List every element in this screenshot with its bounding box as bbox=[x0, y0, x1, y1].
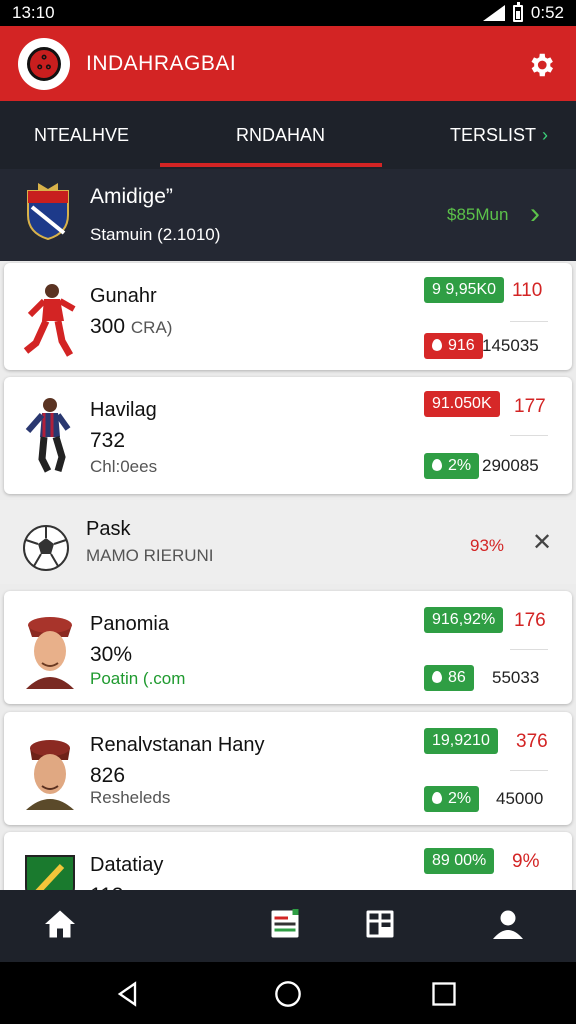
player-sub: Chl:0ees bbox=[90, 457, 158, 476]
app-bar: ஃ INDAHRAGBAI bbox=[0, 26, 576, 101]
rating-value: 177 bbox=[514, 396, 546, 417]
value-badge: 89 00% bbox=[424, 848, 495, 874]
player-card[interactable]: Havilag 732 Chl:0ees 91.050K 177 2% 2900… bbox=[4, 377, 572, 494]
player-name: Gunahr bbox=[90, 285, 157, 307]
chevron-right-icon[interactable]: › bbox=[530, 197, 540, 231]
status-icons: 0:52 bbox=[482, 1, 564, 23]
divider bbox=[510, 770, 548, 771]
calendar-icon[interactable] bbox=[362, 906, 398, 942]
change-badge-text: 2% bbox=[448, 457, 472, 474]
player-sub: Resheleds bbox=[90, 788, 171, 807]
battery-text: 0:52 bbox=[530, 3, 564, 22]
list-item[interactable]: Pask MAMO RIERUNI 93% ✕ bbox=[0, 500, 576, 584]
player-stat-value: 300 bbox=[90, 315, 126, 338]
market-value: 145035 bbox=[482, 336, 539, 355]
drop-icon bbox=[432, 792, 442, 804]
value-badge: 9 9,95K0 bbox=[424, 277, 505, 303]
change-badge: 2% bbox=[424, 453, 480, 479]
close-icon[interactable]: ✕ bbox=[532, 528, 552, 557]
tab-bar: NTEALHVE RNDAHAN TERSLIST › bbox=[0, 101, 576, 169]
profile-icon[interactable] bbox=[490, 906, 526, 942]
change-badge-text: 916 bbox=[448, 337, 475, 354]
market-value: 290085 bbox=[482, 456, 539, 475]
player-figure-icon bbox=[23, 284, 76, 357]
signal-icon bbox=[482, 5, 505, 21]
club-value: $85Mun bbox=[447, 205, 509, 224]
gear-icon[interactable] bbox=[526, 50, 556, 80]
player-stat: 732 bbox=[90, 429, 126, 452]
player-card[interactable]: Gunahr 300 CRA) 9 9,95K0 110 916 145035 bbox=[4, 263, 572, 370]
player-stat: 30% bbox=[90, 643, 133, 666]
tab-3-label: TERSLIST bbox=[450, 125, 537, 145]
club-header[interactable]: Amidige” Stamuin (2.1010) $85Mun › bbox=[0, 169, 576, 261]
player-name: Renalvstanan Hany bbox=[90, 734, 265, 756]
player-card[interactable]: Panomia 30% Poatin (.com 916,92% 176 86 … bbox=[4, 591, 572, 704]
bottom-nav bbox=[0, 890, 576, 962]
drop-icon bbox=[432, 459, 442, 471]
soccer-ball-icon bbox=[23, 525, 69, 571]
divider bbox=[510, 321, 548, 322]
home-icon[interactable] bbox=[42, 906, 78, 942]
change-badge-text: 2% bbox=[448, 790, 472, 807]
player-avatar-icon bbox=[26, 617, 74, 689]
rating-value: 9% bbox=[512, 851, 540, 872]
change-badge-text: 86 bbox=[448, 669, 466, 686]
player-card[interactable]: Renalvstanan Hany 826 Resheleds 19,9210 … bbox=[4, 712, 572, 825]
club-name: Amidige” bbox=[90, 185, 173, 208]
player-avatar-icon bbox=[26, 740, 74, 810]
recents-icon[interactable] bbox=[430, 980, 458, 1008]
home-circle-icon[interactable] bbox=[274, 980, 302, 1008]
item-sub: MAMO RIERUNI bbox=[86, 546, 214, 565]
club-subtitle: Stamuin (2.1010) bbox=[90, 225, 221, 244]
rating-value: 376 bbox=[516, 731, 548, 752]
change-badge: 916 bbox=[424, 333, 483, 359]
player-stat-note: CRA) bbox=[130, 318, 173, 337]
rating-value: 176 bbox=[514, 610, 546, 631]
status-bar: 13:10 0:52 bbox=[0, 0, 576, 26]
rating-value: 110 bbox=[512, 280, 543, 301]
market-value: 55033 bbox=[492, 668, 540, 687]
drop-icon bbox=[432, 671, 442, 683]
player-stat: 826 bbox=[90, 764, 126, 787]
status-time: 13:10 bbox=[12, 3, 55, 22]
back-icon[interactable] bbox=[114, 980, 142, 1008]
item-percent: 93% bbox=[470, 536, 505, 555]
change-badge: 2% bbox=[424, 786, 480, 812]
player-name: Datatiay bbox=[90, 854, 164, 876]
logo-mark: ஃ bbox=[27, 47, 61, 81]
club-crest-icon bbox=[27, 183, 69, 241]
battery-icon bbox=[512, 1, 523, 22]
chevron-right-icon: › bbox=[542, 125, 549, 145]
drop-icon bbox=[432, 339, 442, 351]
player-figure-icon bbox=[25, 398, 71, 473]
value-badge: 19,9210 bbox=[424, 728, 498, 754]
tab-3[interactable]: TERSLIST › bbox=[450, 125, 548, 146]
player-name: Havilag bbox=[90, 399, 157, 421]
value-badge: 91.050K bbox=[424, 391, 500, 417]
value-badge: 916,92% bbox=[424, 607, 504, 633]
item-name: Pask bbox=[86, 518, 131, 540]
divider bbox=[510, 435, 548, 436]
app-title: INDAHRAGBAI bbox=[86, 52, 237, 75]
divider bbox=[510, 649, 548, 650]
system-nav-bar bbox=[0, 962, 576, 1024]
tab-2-active[interactable]: RNDAHAN bbox=[236, 125, 325, 146]
document-icon[interactable] bbox=[267, 906, 303, 942]
active-tab-indicator bbox=[160, 163, 382, 167]
player-link[interactable]: Poatin (.com bbox=[90, 669, 185, 689]
market-value: 45000 bbox=[496, 789, 544, 808]
change-badge: 86 bbox=[424, 665, 474, 691]
app-logo[interactable]: ஃ bbox=[18, 38, 70, 90]
player-stat: 300 CRA) bbox=[90, 315, 172, 339]
player-name: Panomia bbox=[90, 613, 169, 635]
tab-1[interactable]: NTEALHVE bbox=[34, 125, 129, 146]
